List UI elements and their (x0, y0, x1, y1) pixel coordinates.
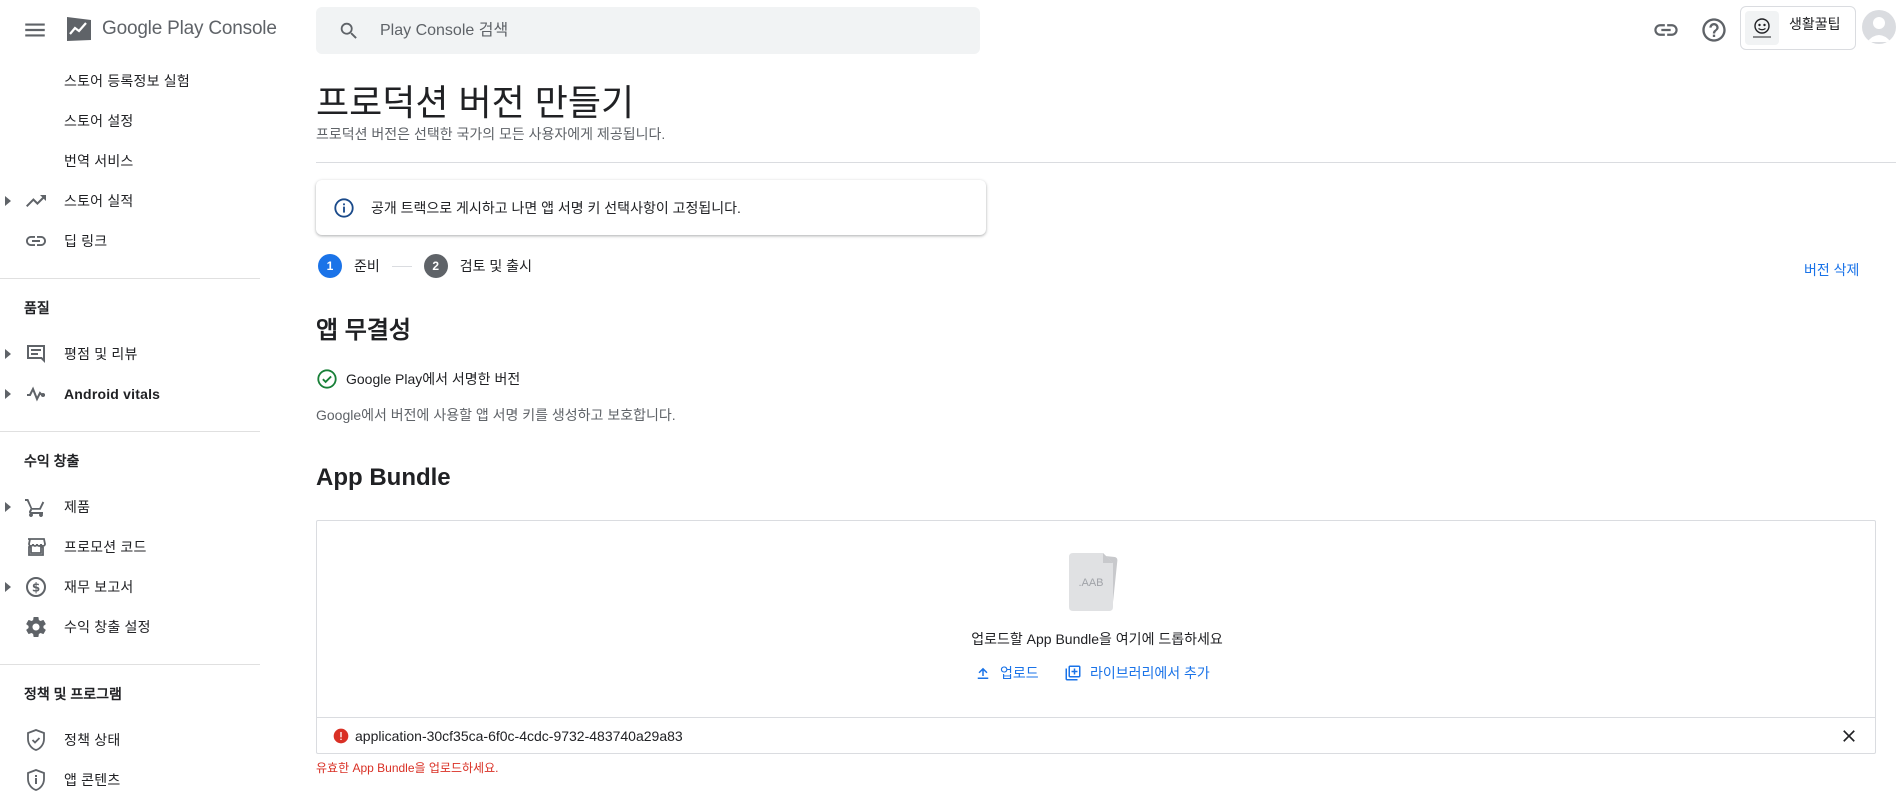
step-label-prepare[interactable]: 준비 (354, 256, 380, 276)
cart-icon (25, 499, 45, 517)
search-bar[interactable] (316, 7, 980, 54)
signing-status-label: Google Play에서 서명한 버전 (346, 371, 521, 387)
link-icon[interactable] (1652, 16, 1680, 44)
app-bundle-drop-zone[interactable]: .AAB 업로드할 App Bundle을 여기에 드롭하세요 업로드 라이브러… (316, 520, 1876, 754)
sidebar-nav: 스토어 등록정보 실험 스토어 설정 번역 서비스 스토어 실적 딥 링크 품질… (0, 60, 260, 795)
shield-check-icon (27, 729, 45, 751)
delete-release-button[interactable]: 버전 삭제 (1804, 260, 1859, 280)
sidebar-divider (0, 278, 260, 279)
info-icon (334, 197, 354, 218)
search-input[interactable] (380, 21, 940, 40)
sidebar-item-label: 평점 및 리뷰 (64, 346, 138, 362)
reviews-icon (27, 345, 45, 363)
sidebar-item-ratings-reviews[interactable]: 평점 및 리뷰 (0, 336, 260, 372)
sidebar-section-policy: 정책 및 프로그램 (24, 686, 122, 702)
expand-caret-icon[interactable] (5, 349, 11, 359)
error-icon (333, 728, 349, 744)
check-circle-icon (317, 369, 337, 389)
upload-error-message: 유효한 App Bundle을 업로드하세요. (316, 761, 499, 775)
add-from-library-button[interactable]: 라이브러리에서 추가 (1064, 663, 1210, 683)
sidebar-item-deep-links[interactable]: 딥 링크 (0, 223, 260, 259)
close-icon[interactable] (1839, 726, 1859, 746)
app-bundle-heading: App Bundle (316, 464, 451, 491)
svg-text:$: $ (32, 581, 40, 595)
sidebar-divider (0, 431, 260, 432)
sidebar-item-store-performance[interactable]: 스토어 실적 (0, 183, 260, 219)
sidebar-item-label: Android vitals (64, 386, 161, 402)
info-message: 공개 트랙으로 게시하고 나면 앱 서명 키 선택사항이 고정됩니다. (371, 199, 741, 216)
sidebar-item-label: 재무 보고서 (64, 579, 134, 595)
sidebar-item-label: 번역 서비스 (64, 153, 134, 169)
sidebar-item-label: 제품 (64, 499, 91, 515)
sidebar-item-policy-status[interactable]: 정책 상태 (0, 722, 260, 758)
signing-status: Google Play에서 서명한 버전 (316, 368, 520, 390)
page-subtitle: 프로덕션 버전은 선택한 국가의 모든 사용자에게 제공됩니다. (316, 126, 666, 142)
drop-instruction: 업로드할 App Bundle을 여기에 드롭하세요 (971, 631, 1223, 647)
sidebar-divider (0, 664, 260, 665)
gear-icon (26, 617, 46, 637)
expand-caret-icon[interactable] (5, 582, 11, 592)
developer-account-chip[interactable]: 생활꿀팁 (1740, 6, 1856, 50)
upload-label: 업로드 (1000, 665, 1039, 681)
menu-icon[interactable] (22, 17, 48, 43)
sidebar-item-app-content[interactable]: 앱 콘텐츠 (0, 762, 260, 795)
sidebar-item-monetization-settings[interactable]: 수익 창출 설정 (0, 609, 260, 645)
sidebar-item-android-vitals[interactable]: Android vitals (0, 376, 260, 412)
sidebar-item-label: 딥 링크 (64, 233, 108, 249)
upload-button[interactable]: 업로드 (974, 663, 1039, 683)
avatar[interactable] (1862, 10, 1896, 44)
release-stepper: 1 준비 2 검토 및 출시 (318, 254, 532, 278)
help-icon[interactable] (1700, 16, 1728, 44)
vitals-icon (27, 386, 45, 402)
expand-caret-icon[interactable] (5, 389, 11, 399)
sidebar-section-quality: 품질 (24, 300, 50, 316)
step-label-review-release[interactable]: 검토 및 출시 (460, 256, 532, 276)
sidebar-section-monetize: 수익 창출 (24, 453, 80, 469)
info-banner: 공개 트랙으로 게시하고 나면 앱 서명 키 선택사항이 고정됩니다. (316, 180, 986, 235)
app-integrity-heading: 앱 무결성 (316, 317, 411, 344)
account-name: 생활꿀팁 (1789, 16, 1841, 32)
expand-caret-icon[interactable] (5, 196, 11, 206)
uploaded-file-row: application-30cf35ca-6f0c-4cdc-9732-4837… (317, 717, 1875, 754)
sidebar-item-label: 정책 상태 (64, 732, 121, 748)
sidebar-item-financial-reports[interactable]: $ 재무 보고서 (0, 569, 260, 605)
sidebar-item-products[interactable]: 제품 (0, 489, 260, 525)
store-icon (28, 538, 46, 556)
sidebar-item-promo-codes[interactable]: 프로모션 코드 (0, 529, 260, 565)
aab-label: .AAB (1078, 577, 1103, 589)
uploaded-file-name: application-30cf35ca-6f0c-4cdc-9732-4837… (355, 728, 683, 744)
page-title: 프로덕션 버전 만들기 (316, 82, 635, 123)
sidebar-item-store-listing-experiments[interactable]: 스토어 등록정보 실험 (0, 63, 260, 99)
link-icon (26, 236, 46, 246)
sidebar-item-store-settings[interactable]: 스토어 설정 (0, 103, 260, 139)
step-connector (391, 265, 412, 267)
top-app-bar: Google Play Console 생활꿀팁 (0, 0, 1896, 60)
dollar-icon: $ (26, 577, 46, 597)
step-number-1: 1 (318, 254, 342, 278)
developer-logo-icon (1745, 11, 1779, 45)
search-icon (340, 22, 357, 39)
sidebar-item-label: 스토어 실적 (64, 193, 134, 209)
add-from-library-label: 라이브러리에서 추가 (1090, 665, 1210, 681)
sidebar-item-label: 앱 콘텐츠 (64, 772, 121, 788)
logo-text: Google Play Console (102, 18, 277, 39)
sidebar-item-label: 수익 창출 설정 (64, 619, 151, 635)
sidebar-item-label: 프로모션 코드 (64, 539, 147, 555)
sidebar-item-translation-service[interactable]: 번역 서비스 (0, 143, 260, 179)
library-add-icon (1065, 665, 1081, 681)
aab-file-icon: .AAB (1069, 553, 1118, 611)
play-console-logo[interactable]: Google Play Console (64, 14, 277, 44)
upload-icon (977, 667, 989, 679)
shield-info-icon (27, 769, 45, 791)
expand-caret-icon[interactable] (5, 502, 11, 512)
header-divider (316, 162, 1896, 163)
trending-up-icon (26, 195, 46, 207)
step-number-2: 2 (423, 254, 448, 278)
play-console-logo-icon (67, 17, 91, 41)
sidebar-item-label: 스토어 설정 (64, 113, 134, 129)
sidebar-item-label: 스토어 등록정보 실험 (64, 73, 190, 89)
signing-description: Google에서 버전에 사용할 앱 서명 키를 생성하고 보호합니다. (316, 407, 676, 423)
